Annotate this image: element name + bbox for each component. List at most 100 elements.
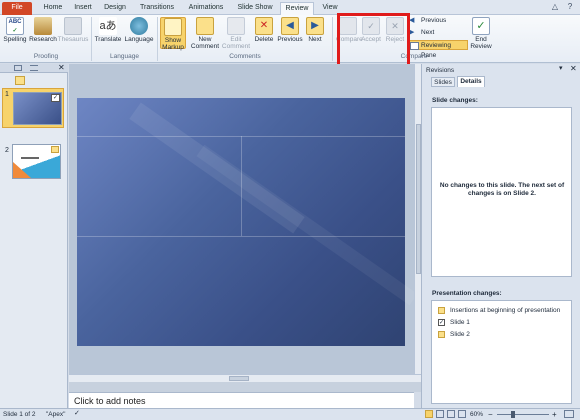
next-comment-button[interactable]: ▶ Next	[304, 17, 326, 43]
research-icon	[34, 17, 52, 35]
slide-canvas[interactable]	[77, 98, 418, 346]
reviewing-pane-button[interactable]: Reviewing Pane	[408, 40, 468, 59]
previous-arrow-icon: ◀	[409, 17, 415, 24]
theme-name: "Apex"	[46, 411, 66, 418]
edit-comment-label-2: Comment	[221, 43, 251, 50]
edit-comment-button[interactable]: Edit Comment	[221, 17, 251, 50]
reading-view-icon[interactable]	[447, 410, 455, 418]
status-bar: Slide 1 of 2 "Apex" ✓ 60% − +	[0, 408, 580, 420]
revisions-pane: Revisions ▾ ✕ Slides Details Slide chang…	[421, 64, 580, 408]
research-label: Research	[29, 36, 57, 43]
outline-tab-icon[interactable]	[30, 65, 38, 71]
spelling-button[interactable]: ABC ✓ Spelling	[2, 17, 28, 43]
slide-vertical-scrollbar[interactable]	[414, 64, 421, 374]
light-streak	[196, 144, 418, 306]
thesaurus-button[interactable]: Thesaurus	[57, 17, 89, 43]
slide-changes-box: No changes to this slide. The next set o…	[431, 107, 572, 277]
tab-slides[interactable]: Slides	[431, 77, 455, 87]
new-comment-icon	[196, 17, 214, 35]
change-item-label: Slide 1	[450, 319, 470, 326]
scroll-thumb[interactable]	[229, 376, 249, 381]
spelling-label: Spelling	[3, 36, 27, 43]
next-comment-icon: ▶	[306, 17, 324, 35]
checkbox-checked-icon: ✓	[438, 319, 445, 326]
tab-insert[interactable]: Insert	[70, 2, 96, 15]
slide-sorter-icon[interactable]	[436, 410, 444, 418]
minimize-ribbon-icon[interactable]: △	[550, 2, 560, 12]
delete-comment-button[interactable]: ✕ Delete	[252, 17, 276, 43]
slide-thumb-1[interactable]: ✓	[13, 92, 62, 125]
slides-thumbnail-panel: ✕ 1 ✓ 2	[0, 63, 68, 408]
pane-dropdown-icon[interactable]: ▾	[559, 64, 563, 72]
tab-design[interactable]: Design	[100, 2, 130, 15]
show-markup-label: Show	[164, 37, 182, 44]
group-label-proofing: Proofing	[33, 53, 59, 60]
tab-slide-show[interactable]: Slide Show	[232, 2, 278, 15]
slide-thumb-1-number: 1	[5, 91, 9, 98]
slideshow-icon[interactable]	[458, 410, 466, 418]
reviewing-pane-icon	[410, 42, 419, 50]
notes-pane[interactable]: Click to add notes	[69, 392, 414, 408]
next-label: Next	[308, 36, 322, 43]
spellcheck-status-icon[interactable]: ✓	[74, 410, 82, 418]
close-panel-icon[interactable]: ✕	[58, 63, 65, 72]
translate-button[interactable]: aあ Translate	[93, 17, 123, 43]
tab-animations[interactable]: Animations	[184, 2, 228, 15]
change-item-label: Insertions at beginning of presentation	[450, 307, 561, 314]
next-arrow-icon: ▶	[409, 29, 415, 36]
thumb-title-line	[21, 157, 39, 159]
show-markup-button[interactable]: Show Markup	[160, 17, 186, 51]
end-review-label-2: Review	[470, 43, 492, 50]
research-button[interactable]: Research	[29, 17, 57, 43]
highlight-box	[337, 13, 410, 67]
new-comment-label: New	[198, 36, 212, 43]
zoom-out-icon[interactable]: −	[488, 409, 493, 420]
checkmark-icon: ✓	[51, 94, 60, 102]
slides-tab-icon[interactable]	[14, 65, 22, 71]
zoom-in-icon[interactable]: +	[552, 409, 557, 420]
new-comment-button[interactable]: New Comment	[190, 17, 220, 50]
thesaurus-icon	[64, 17, 82, 35]
tab-review[interactable]: Review	[280, 2, 314, 15]
delete-comment-icon: ✕	[255, 17, 273, 35]
tab-details[interactable]: Details	[457, 76, 485, 87]
group-label-comments: Comments	[229, 53, 261, 60]
zoom-slider[interactable]	[497, 411, 549, 418]
slide-thumb-1-selection[interactable]: 1 ✓	[2, 88, 64, 128]
slide-count: Slide 1 of 2	[3, 411, 36, 418]
group-label-language: Language	[110, 53, 139, 60]
compare-previous-label: Previous	[421, 17, 447, 24]
comment-marker-icon[interactable]	[15, 76, 25, 85]
previous-comment-button[interactable]: ◀ Previous	[277, 17, 303, 43]
end-review-icon: ✓	[472, 17, 490, 35]
end-review-label: End	[475, 36, 487, 43]
pencil-icon	[51, 146, 59, 153]
normal-view-icon[interactable]	[425, 410, 433, 418]
zoom-level[interactable]: 60%	[470, 409, 483, 420]
zoom-slider-thumb[interactable]	[511, 411, 515, 418]
fit-to-window-icon[interactable]	[564, 410, 574, 418]
slide-thumb-2[interactable]	[12, 144, 61, 179]
compare-next-button[interactable]: ▶ Next	[409, 28, 434, 38]
language-icon	[130, 17, 148, 35]
tab-transitions[interactable]: Transitions	[134, 2, 180, 15]
language-button[interactable]: Language	[123, 17, 155, 43]
panel-tabs: ✕	[0, 63, 68, 73]
orange-shape	[13, 162, 31, 178]
tab-home[interactable]: Home	[38, 2, 68, 15]
close-pane-icon[interactable]: ✕	[570, 64, 577, 73]
language-label: Language	[124, 36, 154, 43]
compare-previous-button[interactable]: ◀ Previous	[409, 16, 446, 26]
translate-label: Translate	[94, 36, 122, 43]
tab-file[interactable]: File	[2, 2, 32, 15]
translate-icon: aあ	[99, 17, 117, 35]
ribbon-separator	[332, 17, 333, 61]
edit-comment-icon	[227, 17, 245, 35]
splitter[interactable]	[69, 382, 421, 392]
help-icon[interactable]: ?	[565, 2, 575, 12]
thesaurus-label: Thesaurus	[57, 36, 89, 43]
slide-horizontal-scrollbar[interactable]	[69, 374, 421, 382]
end-review-button[interactable]: ✓ End Review	[470, 17, 492, 50]
ribbon-separator	[91, 17, 92, 61]
previous-comment-icon: ◀	[281, 17, 299, 35]
